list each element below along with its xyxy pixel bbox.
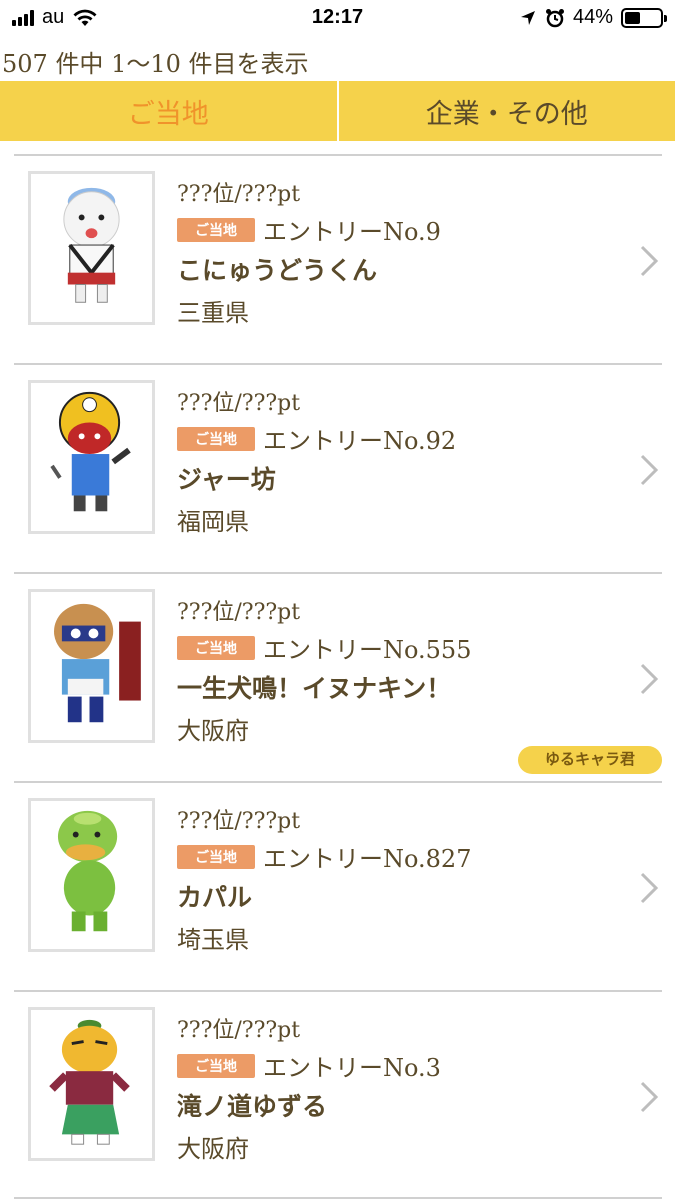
- prefecture: 大阪府: [177, 1135, 249, 1163]
- tab-company-other[interactable]: 企業・その他: [336, 81, 675, 141]
- location-icon: [520, 10, 535, 25]
- character-image: [28, 171, 155, 325]
- list-item[interactable]: ???位/???pt ご当地 エントリーNo.3 滝ノ道ゆずる 大阪府: [14, 990, 662, 1199]
- rank-points: ???位/???pt: [177, 391, 301, 416]
- rank-points: ???位/???pt: [177, 182, 301, 207]
- rank-points: ???位/???pt: [177, 600, 301, 625]
- entry-number: エントリーNo.827: [263, 845, 472, 873]
- alarm-icon: [545, 8, 564, 27]
- chevron-right-icon: [640, 454, 659, 486]
- category-badge: ご当地: [177, 1053, 255, 1078]
- result-count: 507 件中 1〜10 件目を表示: [2, 50, 309, 78]
- prefecture: 埼玉県: [177, 926, 249, 954]
- prefecture: 三重県: [177, 299, 249, 327]
- list-item[interactable]: ???位/???pt ご当地 エントリーNo.9 こにゅうどうくん 三重県: [14, 154, 662, 363]
- entry-row: ご当地 エントリーNo.92: [177, 421, 456, 456]
- chevron-right-icon: [640, 245, 659, 277]
- character-image: [28, 380, 155, 534]
- chevron-right-icon: [640, 663, 659, 695]
- list-item[interactable]: ???位/???pt ご当地 エントリーNo.555 一生犬鳴！イヌナキン！ 大…: [14, 572, 662, 781]
- entry-row: ご当地 エントリーNo.9: [177, 212, 441, 247]
- category-badge: ご当地: [177, 426, 255, 451]
- character-name: 一生犬鳴！イヌナキン！: [177, 674, 452, 703]
- battery-fill: [625, 11, 640, 24]
- entry-number: エントリーNo.9: [263, 218, 441, 246]
- entry-row: ご当地 エントリーNo.3: [177, 1048, 441, 1083]
- character-image: [28, 589, 155, 743]
- list-item[interactable]: ???位/???pt ご当地 エントリーNo.92 ジャー坊 福岡県: [14, 363, 662, 572]
- category-badge: ご当地: [177, 635, 255, 660]
- entry-number: エントリーNo.555: [263, 636, 472, 664]
- character-name: カパル: [177, 883, 253, 912]
- status-right: 44%: [519, 6, 667, 29]
- prefecture: 大阪府: [177, 717, 249, 745]
- category-badge: ご当地: [177, 844, 255, 869]
- entry-number: エントリーNo.92: [263, 427, 457, 455]
- rank-points: ???位/???pt: [177, 1018, 301, 1043]
- status-bar: au 12:17 44%: [0, 0, 675, 38]
- battery-icon: [621, 7, 667, 28]
- character-image: [28, 798, 155, 952]
- entry-row: ご当地 エントリーNo.555: [177, 630, 471, 665]
- category-tabs: ご当地 企業・その他: [0, 81, 675, 141]
- chevron-right-icon: [640, 1081, 659, 1113]
- entry-row: ご当地 エントリーNo.827: [177, 839, 471, 874]
- category-badge: ご当地: [177, 217, 255, 242]
- battery-percent: 44%: [572, 6, 613, 28]
- character-list: ???位/???pt ご当地 エントリーNo.9 こにゅうどうくん 三重県 ??…: [14, 154, 662, 1199]
- award-badge: ゆるキャラ君: [518, 746, 662, 774]
- prefecture: 福岡県: [177, 508, 249, 536]
- character-name: 滝ノ道ゆずる: [177, 1092, 328, 1121]
- chevron-right-icon: [640, 872, 659, 904]
- character-name: こにゅうどうくん: [177, 256, 378, 285]
- list-item[interactable]: ???位/???pt ご当地 エントリーNo.827 カパル 埼玉県: [14, 781, 662, 990]
- tab-local[interactable]: ご当地: [0, 81, 337, 141]
- character-image: [28, 1007, 155, 1161]
- character-name: ジャー坊: [177, 465, 276, 494]
- entry-number: エントリーNo.3: [263, 1054, 441, 1082]
- rank-points: ???位/???pt: [177, 809, 301, 834]
